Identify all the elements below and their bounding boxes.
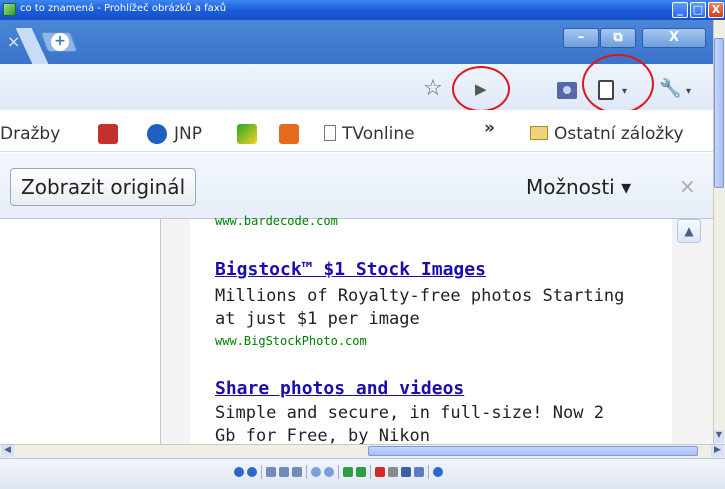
bookmarks-overflow-icon[interactable]: » [484, 118, 495, 138]
inner-close-button[interactable]: X [642, 28, 706, 48]
separator [428, 465, 429, 479]
folder-icon [530, 126, 548, 140]
wrench-icon[interactable]: 🔧 [659, 78, 681, 99]
rotate-clockwise-icon[interactable] [343, 467, 353, 477]
help-icon[interactable] [147, 124, 167, 144]
maximize-button[interactable]: □ [690, 2, 706, 18]
actual-size-icon[interactable] [279, 467, 289, 477]
zoom-out-icon[interactable] [324, 467, 334, 477]
fax-viewer-app-icon [3, 3, 16, 16]
rotate-counterclockwise-icon[interactable] [356, 467, 366, 477]
ad-text: at just $1 per image [215, 309, 420, 329]
inner-minimize-button[interactable]: – [563, 28, 599, 48]
vertical-scroll-thumb[interactable] [714, 38, 724, 188]
ad-text: Gb for Free, by Nikon [215, 426, 430, 444]
bookmark-other[interactable]: Ostatní záložky [530, 124, 684, 144]
youtube-icon[interactable] [98, 124, 118, 144]
ad-text: Simple and secure, in full-size! Now 2 [215, 403, 604, 423]
ad-panel-side [672, 219, 713, 444]
close-icon[interactable]: × [679, 174, 696, 198]
separator [338, 465, 339, 479]
ad-title-link[interactable]: Bigstock™ $1 Stock Images [215, 259, 486, 280]
close-button[interactable]: X [708, 2, 724, 18]
previous-image-icon[interactable] [234, 467, 244, 477]
separator [370, 465, 371, 479]
minimize-button[interactable]: _ [672, 2, 688, 18]
ad-url[interactable]: www.bardecode.com [215, 214, 338, 228]
ad-text: Millions of Royalty-free photos Starting [215, 286, 625, 306]
annotation-circle [582, 54, 654, 114]
bookmark-tvonline[interactable]: TVonline [324, 124, 415, 144]
plus-icon: + [51, 33, 69, 51]
help-icon[interactable] [433, 467, 443, 477]
slideshow-icon[interactable] [292, 467, 302, 477]
bookmark-label: TVonline [342, 124, 415, 144]
scroll-left-icon[interactable]: ◀ [1, 445, 14, 457]
print-icon[interactable] [388, 467, 398, 477]
bookmark-star-icon[interactable]: ☆ [423, 76, 443, 101]
zoner-icon[interactable] [279, 124, 299, 144]
zoom-in-icon[interactable] [311, 467, 321, 477]
ad-url[interactable]: www.BigStockPhoto.com [215, 334, 367, 348]
scroll-up-icon[interactable]: ▲ [677, 219, 701, 243]
page-divider [160, 219, 190, 444]
bookmark-label: JNP [174, 124, 202, 144]
next-image-icon[interactable] [247, 467, 257, 477]
ad-title-link[interactable]: Share photos and videos [215, 378, 464, 399]
bookmark-jnp[interactable]: JNP [174, 124, 202, 144]
show-original-button[interactable]: Zobrazit originál [10, 168, 197, 206]
page-icon [324, 125, 336, 141]
delete-icon[interactable] [375, 467, 385, 477]
window-titlebar: co to znamená - Prohlížeč obrázků a faxů… [0, 0, 725, 20]
page-left-area [0, 219, 160, 444]
scroll-down-icon[interactable]: ▼ [714, 430, 724, 443]
edit-icon[interactable] [414, 467, 424, 477]
inner-restore-button[interactable]: ⧉ [600, 28, 636, 48]
window-title: co to znamená - Prohlížeč obrázků a faxů [20, 3, 227, 14]
save-icon[interactable] [401, 467, 411, 477]
bookmark-label: Ostatní záložky [554, 124, 684, 144]
separator [261, 465, 262, 479]
bookmark-label: Dražby [0, 124, 61, 144]
separator [306, 465, 307, 479]
scroll-right-icon[interactable]: ▶ [711, 445, 724, 457]
bookmark-drazby[interactable]: Dražby [0, 124, 60, 144]
game-icon[interactable] [237, 124, 257, 144]
options-dropdown[interactable]: Možnosti ▾ [526, 175, 631, 199]
chevron-down-icon: ▾ [686, 86, 692, 97]
annotation-circle [452, 66, 510, 112]
horizontal-scroll-thumb[interactable] [368, 446, 698, 456]
best-fit-icon[interactable] [266, 467, 276, 477]
camera-icon[interactable] [557, 82, 577, 99]
